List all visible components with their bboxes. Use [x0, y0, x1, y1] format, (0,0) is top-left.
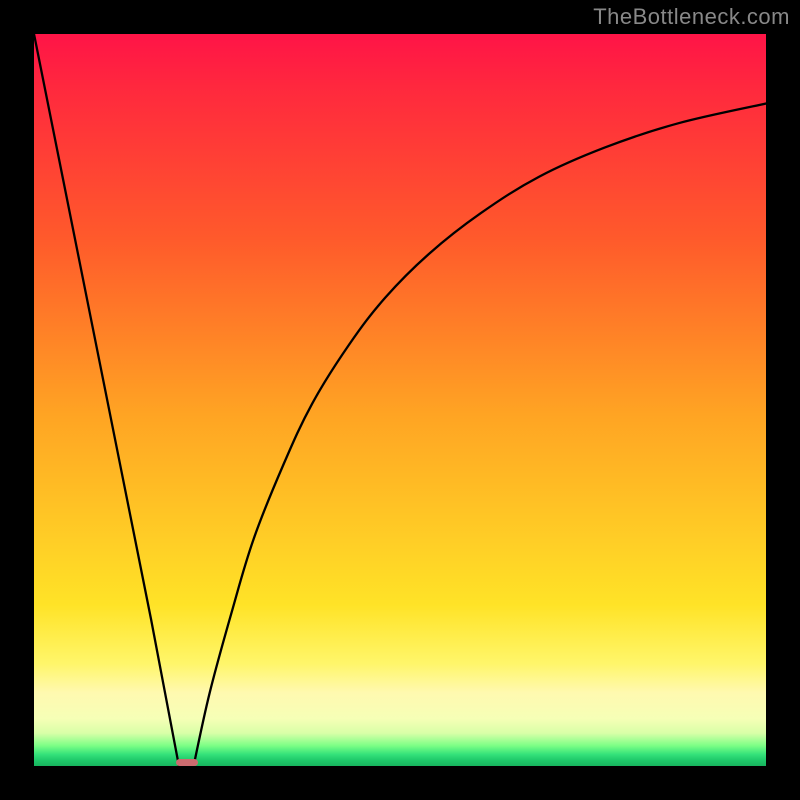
curve-svg — [34, 34, 766, 766]
curve-right-branch — [194, 104, 766, 766]
chart-frame: TheBottleneck.com — [0, 0, 800, 800]
plot-area — [34, 34, 766, 766]
curve-left-branch — [34, 34, 179, 766]
optimal-point-marker — [176, 759, 199, 766]
watermark-text: TheBottleneck.com — [593, 4, 790, 30]
